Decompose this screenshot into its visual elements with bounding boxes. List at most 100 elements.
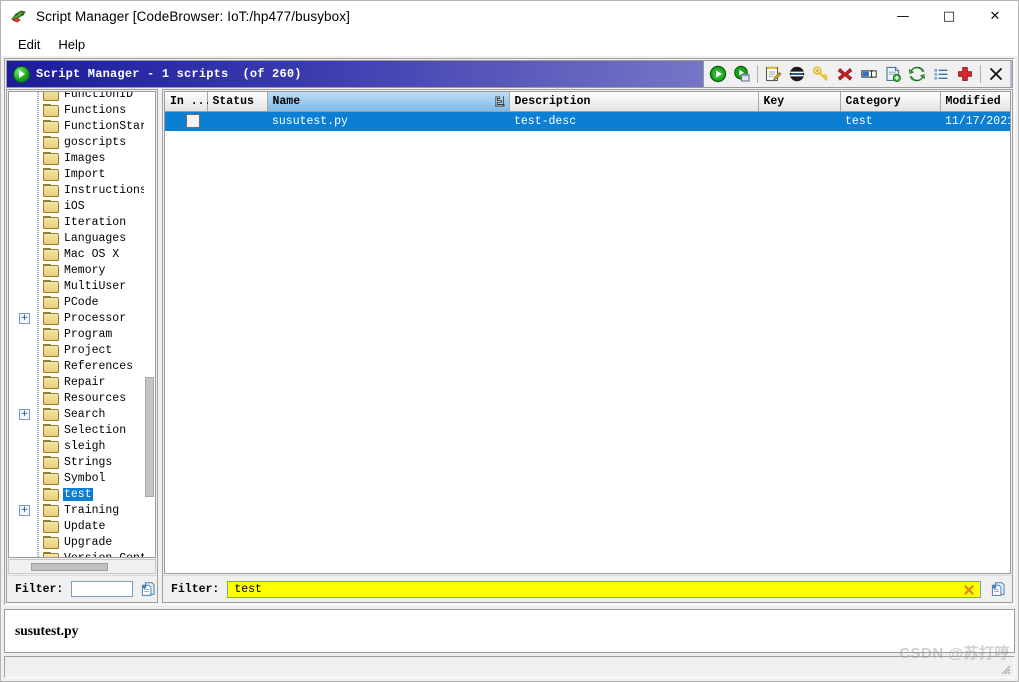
edit-script-button[interactable] — [761, 63, 785, 86]
cell-name: susutest.py — [267, 111, 509, 131]
tree-connector — [33, 390, 42, 406]
tree-item-processor[interactable]: + Processor — [11, 310, 155, 326]
tree-item-label: Training — [64, 503, 120, 517]
menu-edit[interactable]: Edit — [9, 35, 49, 54]
delete-script-button[interactable] — [833, 63, 857, 86]
tree-expand-toggle[interactable]: + — [19, 408, 30, 420]
folder-icon — [43, 520, 59, 533]
tree-item-selection[interactable]: Selection — [11, 422, 155, 438]
column-header-category[interactable]: Category — [840, 92, 941, 112]
tree-item-sleigh[interactable]: sleigh — [11, 438, 155, 454]
tree-item-search[interactable]: + Search — [11, 406, 155, 422]
cell-category: test — [840, 111, 940, 131]
script-manager-window: Script Manager [CodeBrowser: IoT:/hp477/… — [0, 0, 1019, 682]
folder-icon — [43, 104, 59, 117]
clear-filter-icon[interactable] — [963, 584, 975, 596]
folder-icon — [43, 456, 59, 469]
table-filter-options-icon[interactable] — [987, 579, 1009, 600]
column-header-status[interactable]: Status — [207, 92, 268, 112]
tree-item-label: sleigh — [64, 439, 106, 453]
tree-item-test[interactable]: test — [11, 486, 155, 502]
tree-item-goscripts[interactable]: goscripts — [11, 134, 155, 150]
menu-help[interactable]: Help — [49, 35, 94, 54]
status-bar — [4, 656, 1015, 678]
tree-item-symbol[interactable]: Symbol — [11, 470, 155, 486]
column-header-description[interactable]: Description — [509, 92, 759, 112]
tree-item-training[interactable]: + Training — [11, 502, 155, 518]
column-header-key[interactable]: Key — [758, 92, 841, 112]
window-title: Script Manager [CodeBrowser: IoT:/hp477/… — [36, 9, 350, 24]
rename-script-button[interactable] — [857, 63, 881, 86]
tree-connector — [33, 262, 42, 278]
table-filter-label: Filter: — [171, 582, 220, 596]
refresh-button[interactable] — [905, 63, 929, 86]
script-description-text: susutest.py — [15, 623, 79, 638]
column-header-label: Key — [763, 95, 785, 108]
tree-item-references[interactable]: References — [11, 358, 155, 374]
tree-expand-toggle[interactable]: + — [19, 504, 30, 516]
minimize-button[interactable]: — — [880, 1, 926, 32]
script-directories-button[interactable] — [929, 63, 953, 86]
tree-horizontal-scrollbar[interactable] — [8, 559, 156, 574]
script-table-scroll[interactable]: In ... Status Name Description Key Category Mo… — [164, 91, 1011, 574]
tree-connector — [33, 294, 42, 310]
tree-expand-toggle[interactable]: + — [19, 312, 30, 324]
tree-item-images[interactable]: Images — [11, 150, 155, 166]
run-script-button[interactable] — [706, 63, 730, 86]
tree-horizontal-scroll-thumb[interactable] — [31, 563, 108, 571]
tree-item-label: MultiUser — [64, 279, 127, 293]
tree-item-label: iOS — [64, 199, 85, 213]
close-provider-button[interactable] — [984, 63, 1008, 86]
tree-item-instructions[interactable]: Instructions — [11, 182, 155, 198]
cell-in-tool — [165, 111, 207, 131]
tree-vertical-scrollbar[interactable] — [144, 92, 155, 557]
key-binding-button[interactable] — [809, 63, 833, 86]
help-button[interactable] — [953, 63, 977, 86]
folder-icon — [43, 92, 59, 101]
tree-item-functionid[interactable]: FunctionID — [11, 92, 155, 102]
tree-item-ios[interactable]: iOS — [11, 198, 155, 214]
table-row[interactable]: susutest.py test-desc test 11/17/2021 — [165, 111, 1010, 131]
column-header-name[interactable]: Name — [267, 92, 510, 112]
tree-item-program[interactable]: Program — [11, 326, 155, 342]
folder-icon — [43, 136, 59, 149]
tree-scroll-area[interactable]: FunctionID Functions FunctionStartPa goscri… — [8, 91, 156, 558]
folder-icon — [43, 232, 59, 245]
tree-item-upgrade[interactable]: Upgrade — [11, 534, 155, 550]
tree-item-import[interactable]: Import — [11, 166, 155, 182]
tree-item-update[interactable]: Update — [11, 518, 155, 534]
run-last-script-button[interactable] — [730, 63, 754, 86]
tree-item-languages[interactable]: Languages — [11, 230, 155, 246]
new-script-button[interactable] — [881, 63, 905, 86]
tree-item-iteration[interactable]: Iteration — [11, 214, 155, 230]
tree-item-pcode[interactable]: PCode — [11, 294, 155, 310]
folder-icon — [43, 440, 59, 453]
column-header-in-tool[interactable]: In ... — [165, 92, 211, 112]
in-tool-checkbox[interactable] — [186, 114, 200, 129]
column-header-modified[interactable]: Modified — [940, 92, 1010, 112]
column-header-label: Description — [514, 95, 591, 108]
tree-filter-input[interactable] — [71, 581, 134, 597]
tree-vertical-scroll-thumb[interactable] — [145, 377, 154, 497]
tree-item-label: Import — [64, 167, 106, 181]
tree-item-multiuser[interactable]: MultiUser — [11, 278, 155, 294]
folder-icon — [43, 328, 59, 341]
tree-item-mac-os-x[interactable]: Mac OS X — [11, 246, 155, 262]
tree-item-label: Memory — [64, 263, 106, 277]
provider-header-bar: Script Manager - 1 scripts (of 260) — [6, 60, 1013, 88]
tree-item-repair[interactable]: Repair — [11, 374, 155, 390]
tree-item-strings[interactable]: Strings — [11, 454, 155, 470]
table-filter-input[interactable]: test — [227, 580, 981, 598]
tree-item-project[interactable]: Project — [11, 342, 155, 358]
tree-filter-options-icon[interactable] — [139, 579, 157, 600]
tree-item-memory[interactable]: Memory — [11, 262, 155, 278]
edit-eclipse-button[interactable] — [785, 63, 809, 86]
tree-item-functions[interactable]: Functions — [11, 102, 155, 118]
close-window-button[interactable]: ✕ — [972, 1, 1018, 32]
tree-item-resources[interactable]: Resources — [11, 390, 155, 406]
tree-item-functionstartpa[interactable]: FunctionStartPa — [11, 118, 155, 134]
resize-grip-icon[interactable] — [998, 662, 1012, 676]
folder-icon — [43, 392, 59, 405]
maximize-button[interactable]: □ — [926, 1, 972, 32]
tree-item-version-control[interactable]: Version Control — [11, 550, 155, 557]
